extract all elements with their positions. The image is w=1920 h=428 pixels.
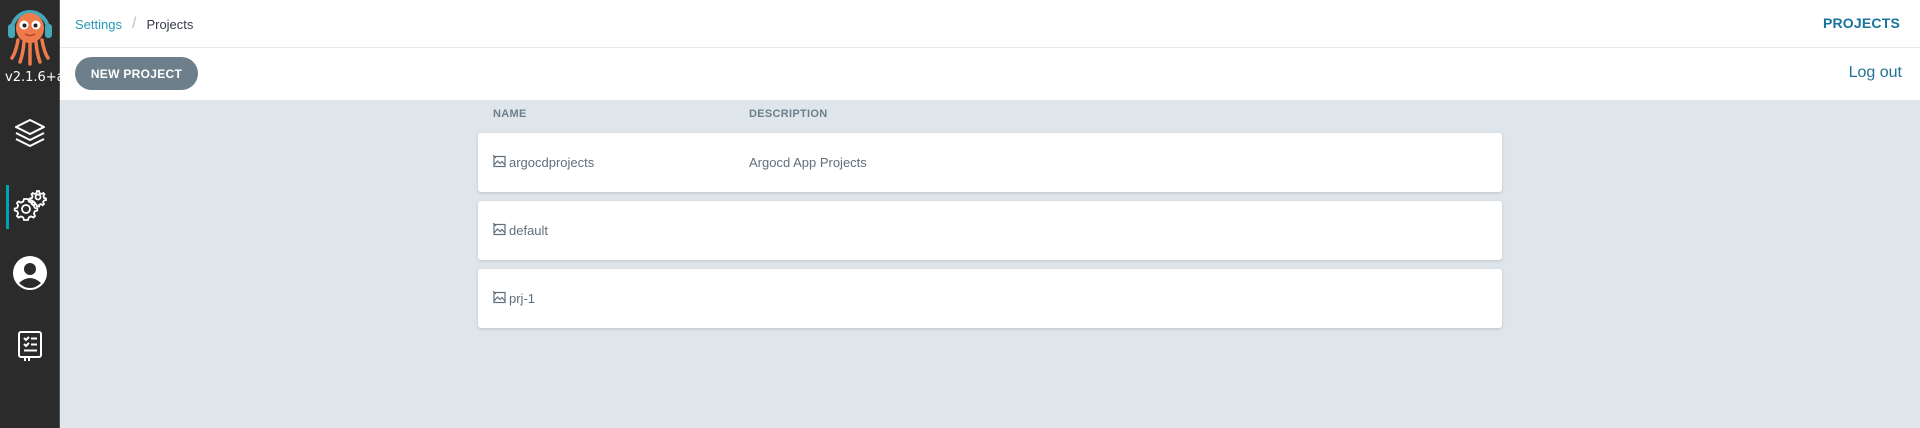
column-header-description: DESCRIPTION [749,108,828,120]
toolbar: NEW PROJECT Log out [60,48,1920,100]
sidebar-item-settings[interactable] [0,179,60,235]
table-row[interactable]: argocdprojects Argocd App Projects [478,133,1502,192]
logout-link[interactable]: Log out [1849,64,1902,82]
new-project-button[interactable]: NEW PROJECT [75,57,198,90]
breadcrumb-separator: / [131,15,137,32]
table-header: NAME DESCRIPTION [478,107,1502,123]
broken-image-icon [492,290,506,304]
sidebar-item-user-info[interactable] [0,247,60,303]
user-icon [12,255,48,296]
breadcrumb: Settings / Projects [75,15,193,33]
page-title: PROJECTS [1822,15,1900,31]
project-name: prj-1 [509,291,536,306]
sidebar-item-documentation[interactable] [0,320,60,376]
table-row[interactable]: prj-1 [478,269,1502,328]
column-header-name: NAME [493,108,527,120]
gear-icon [13,188,47,227]
sidebar: v2.1.6+a [0,0,60,428]
project-description: Argocd App Projects [749,155,867,170]
project-name: argocdprojects [509,155,595,170]
broken-image-icon [492,154,506,168]
project-name: default [509,223,549,238]
broken-image-icon [492,222,506,236]
breadcrumb-current: Projects [146,16,194,32]
version-label: v2.1.6+a [5,70,60,85]
table-row[interactable]: default [478,201,1502,260]
top-bar: Settings / Projects PROJECTS [60,0,1920,48]
argo-logo-icon[interactable] [0,0,60,72]
layers-icon [13,116,47,155]
breadcrumb-settings-link[interactable]: Settings [75,17,122,32]
sidebar-item-applications[interactable] [0,107,60,163]
docs-icon [15,329,45,368]
